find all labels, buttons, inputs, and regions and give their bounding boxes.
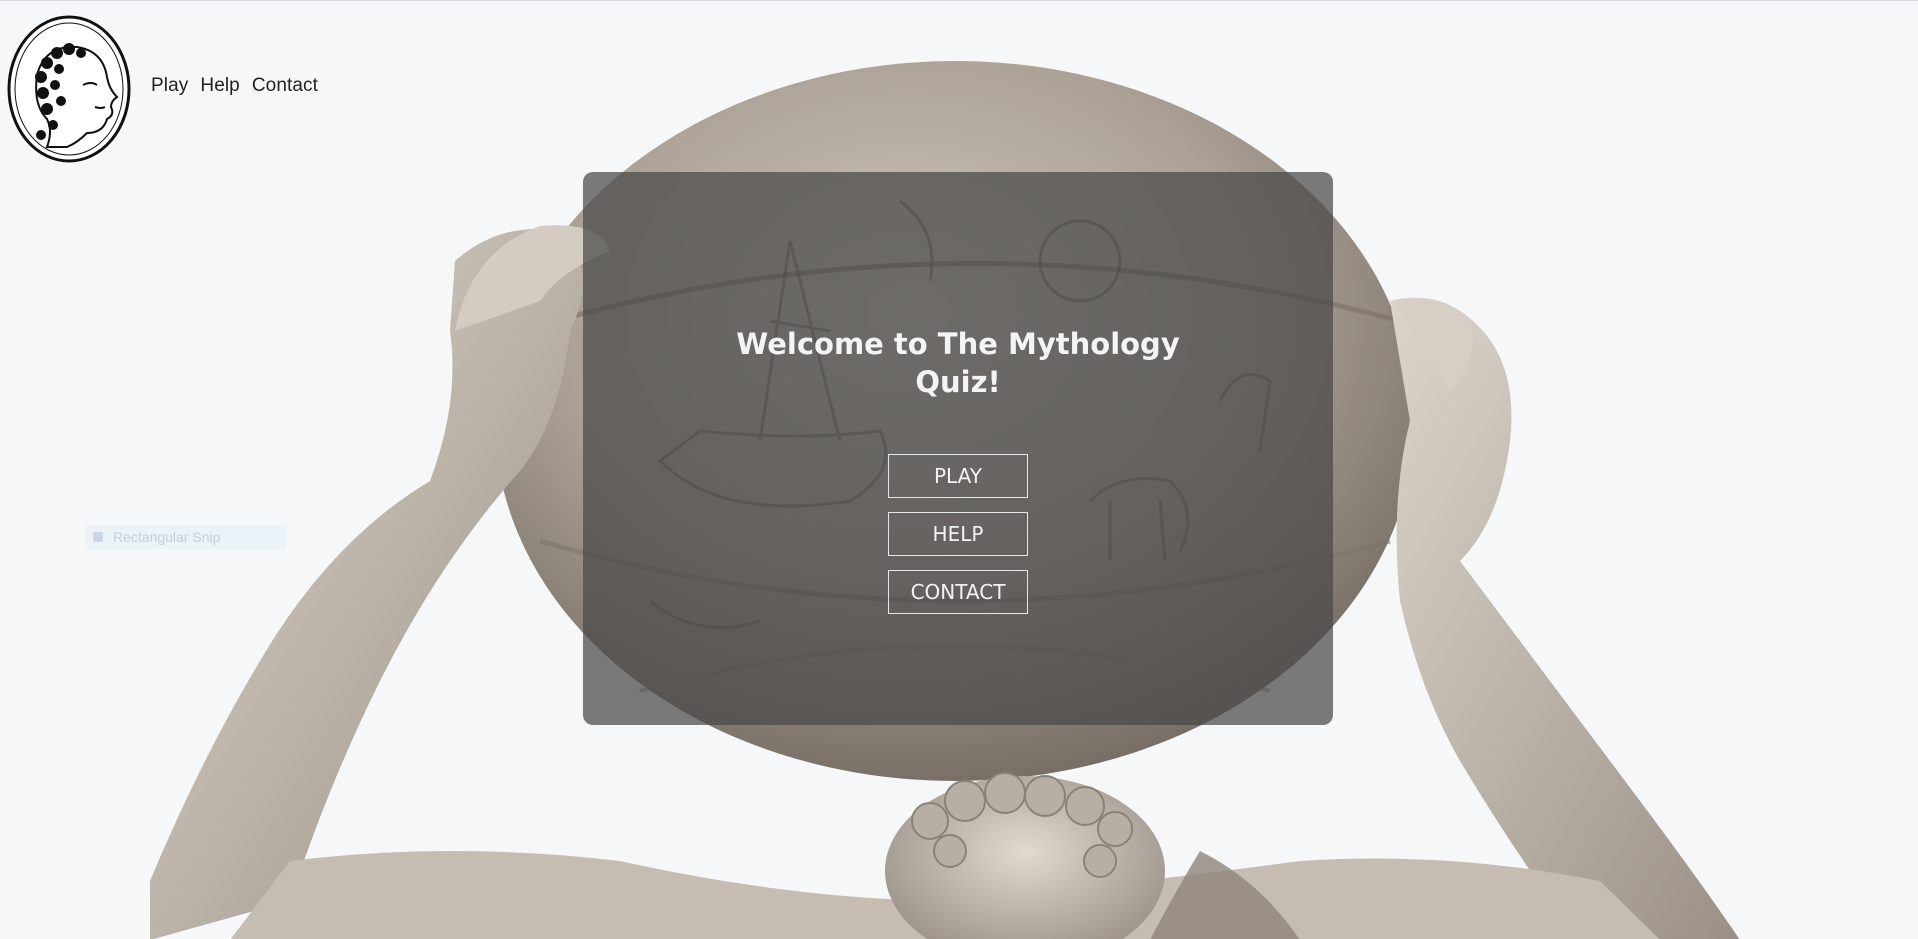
snip-icon bbox=[93, 532, 103, 542]
help-button[interactable]: HELP bbox=[888, 512, 1028, 556]
title-line-1: Welcome to The Mythology bbox=[736, 327, 1180, 361]
welcome-card: Welcome to The Mythology Quiz! PLAY HELP… bbox=[583, 172, 1333, 725]
nav-contact-link[interactable]: Contact bbox=[252, 75, 318, 97]
nav-help-link[interactable]: Help bbox=[200, 75, 239, 97]
rectangular-snip-tooltip: Rectangular Snip bbox=[85, 525, 286, 549]
contact-button[interactable]: CONTACT bbox=[888, 570, 1028, 614]
title-line-2: Quiz! bbox=[915, 365, 1001, 399]
medusa-medallion-logo[interactable] bbox=[7, 15, 131, 163]
main-nav: Play Help Contact bbox=[151, 75, 318, 97]
nav-play-link[interactable]: Play bbox=[151, 75, 188, 97]
page-title: Welcome to The Mythology Quiz! bbox=[583, 325, 1333, 401]
page: Play Help Contact Rectangular Snip Welco… bbox=[0, 0, 1918, 939]
play-button[interactable]: PLAY bbox=[888, 454, 1028, 498]
snip-label: Rectangular Snip bbox=[113, 529, 221, 545]
